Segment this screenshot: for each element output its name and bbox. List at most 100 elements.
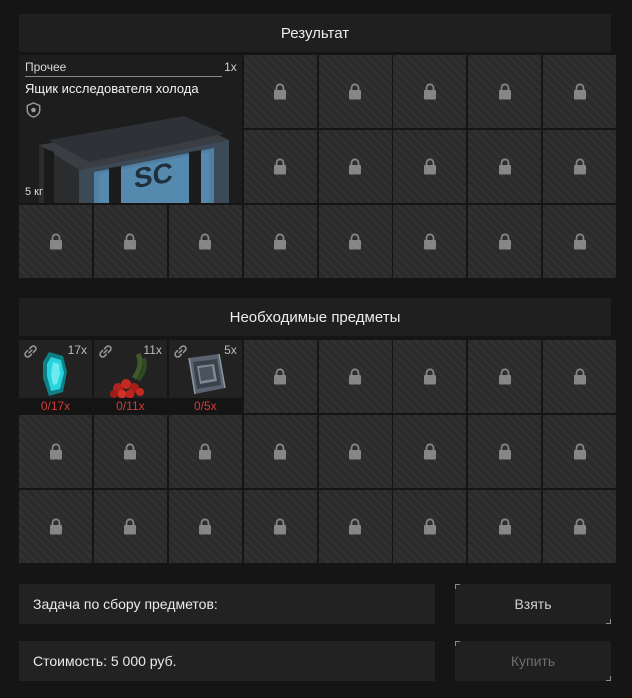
required-item-count: 0/11x: [93, 398, 167, 413]
required-item-armor-plate[interactable]: 5x 0/5x: [168, 340, 242, 413]
lock-icon: [498, 83, 511, 100]
crystal-icon: [43, 352, 67, 396]
locked-slot: [243, 340, 317, 413]
required-grid: 17x 0/17x 11x 0/11x 5x 0/5x: [19, 340, 617, 563]
locked-slot: [393, 204, 467, 278]
cost-box: Стоимость: 5 000 руб.: [19, 641, 435, 681]
required-item-count: 0/5x: [168, 398, 242, 413]
lock-icon: [349, 443, 362, 460]
result-item-category: Прочее: [25, 60, 67, 74]
locked-slot: [543, 204, 617, 278]
lock-icon: [49, 518, 62, 535]
locked-slot: [93, 414, 167, 488]
locked-slot: [468, 414, 542, 488]
lock-icon: [274, 158, 287, 175]
required-item-berries[interactable]: 11x 0/11x: [93, 340, 167, 413]
locked-slot: [393, 55, 467, 128]
locked-slot: [318, 204, 392, 278]
lock-icon: [423, 158, 436, 175]
locked-slot: [19, 489, 92, 563]
lock-icon: [498, 158, 511, 175]
lock-icon: [199, 233, 212, 250]
lock-icon: [49, 443, 62, 460]
locked-slot: [468, 129, 542, 203]
lock-icon: [124, 233, 137, 250]
locked-slot: [93, 489, 167, 563]
locked-slot: [318, 414, 392, 488]
lock-icon: [573, 233, 586, 250]
locked-slot: [393, 489, 467, 563]
lock-icon: [124, 443, 137, 460]
lock-icon: [349, 518, 362, 535]
buy-button-label: Купить: [510, 653, 556, 669]
locked-slot: [468, 340, 542, 413]
take-button-label: Взять: [514, 596, 552, 612]
lock-icon: [274, 443, 287, 460]
task-label: Задача по сбору предметов:: [33, 596, 218, 612]
take-button[interactable]: Взять: [455, 584, 611, 624]
crate-icon: SC: [39, 116, 229, 203]
lock-icon: [423, 368, 436, 385]
locked-slot: [543, 55, 617, 128]
locked-slot: [543, 414, 617, 488]
armor-plate-icon: [188, 353, 226, 395]
lock-icon: [423, 443, 436, 460]
lock-icon: [573, 443, 586, 460]
required-item-crystal[interactable]: 17x 0/17x: [19, 340, 92, 413]
cost-label: Стоимость: 5 000 руб.: [33, 653, 177, 669]
result-header: Результат: [19, 14, 611, 52]
locked-slot: [318, 129, 392, 203]
locked-slot: [168, 204, 242, 278]
lock-icon: [423, 518, 436, 535]
lock-icon: [349, 233, 362, 250]
berries-icon: [109, 352, 147, 399]
locked-slot: [168, 414, 242, 488]
locked-slot: [543, 129, 617, 203]
locked-slot: [243, 489, 317, 563]
result-title: Результат: [280, 24, 350, 42]
lock-icon: [274, 368, 287, 385]
lock-icon: [573, 83, 586, 100]
lock-icon: [124, 518, 137, 535]
locked-slot: [243, 414, 317, 488]
locked-slot: [243, 55, 317, 128]
required-title: Необходимые предметы: [229, 308, 401, 326]
required-header: Необходимые предметы: [19, 298, 611, 336]
lock-icon: [573, 518, 586, 535]
lock-icon: [49, 233, 62, 250]
locked-slot: [393, 340, 467, 413]
lock-icon: [199, 518, 212, 535]
lock-icon: [573, 158, 586, 175]
result-item-quantity: 1x: [224, 60, 237, 74]
result-grid: Прочее 1x Ящик исследователя холода SC 5…: [19, 55, 617, 278]
result-item-weight: 5 кг: [25, 185, 43, 198]
lock-icon: [274, 518, 287, 535]
locked-slot: [243, 129, 317, 203]
lock-icon: [349, 158, 362, 175]
lock-icon: [274, 233, 287, 250]
locked-slot: [393, 414, 467, 488]
buy-button[interactable]: Купить: [455, 641, 611, 681]
locked-slot: [468, 204, 542, 278]
locked-slot: [19, 414, 92, 488]
lock-icon: [274, 83, 287, 100]
lock-icon: [199, 443, 212, 460]
lock-icon: [349, 368, 362, 385]
locked-slot: [318, 489, 392, 563]
task-box: Задача по сбору предметов:: [19, 584, 435, 624]
locked-slot: [168, 489, 242, 563]
lock-icon: [498, 368, 511, 385]
lock-icon: [573, 368, 586, 385]
locked-slot: [468, 55, 542, 128]
locked-slot: [93, 204, 167, 278]
lock-icon: [498, 518, 511, 535]
locked-slot: [243, 204, 317, 278]
locked-slot: [318, 340, 392, 413]
locked-slot: [468, 489, 542, 563]
result-item-card[interactable]: Прочее 1x Ящик исследователя холода SC 5…: [19, 55, 242, 203]
result-item-name: Ящик исследователя холода: [25, 81, 199, 96]
locked-slot: [543, 340, 617, 413]
category-divider: [25, 76, 222, 77]
lock-icon: [423, 233, 436, 250]
lock-icon: [349, 83, 362, 100]
